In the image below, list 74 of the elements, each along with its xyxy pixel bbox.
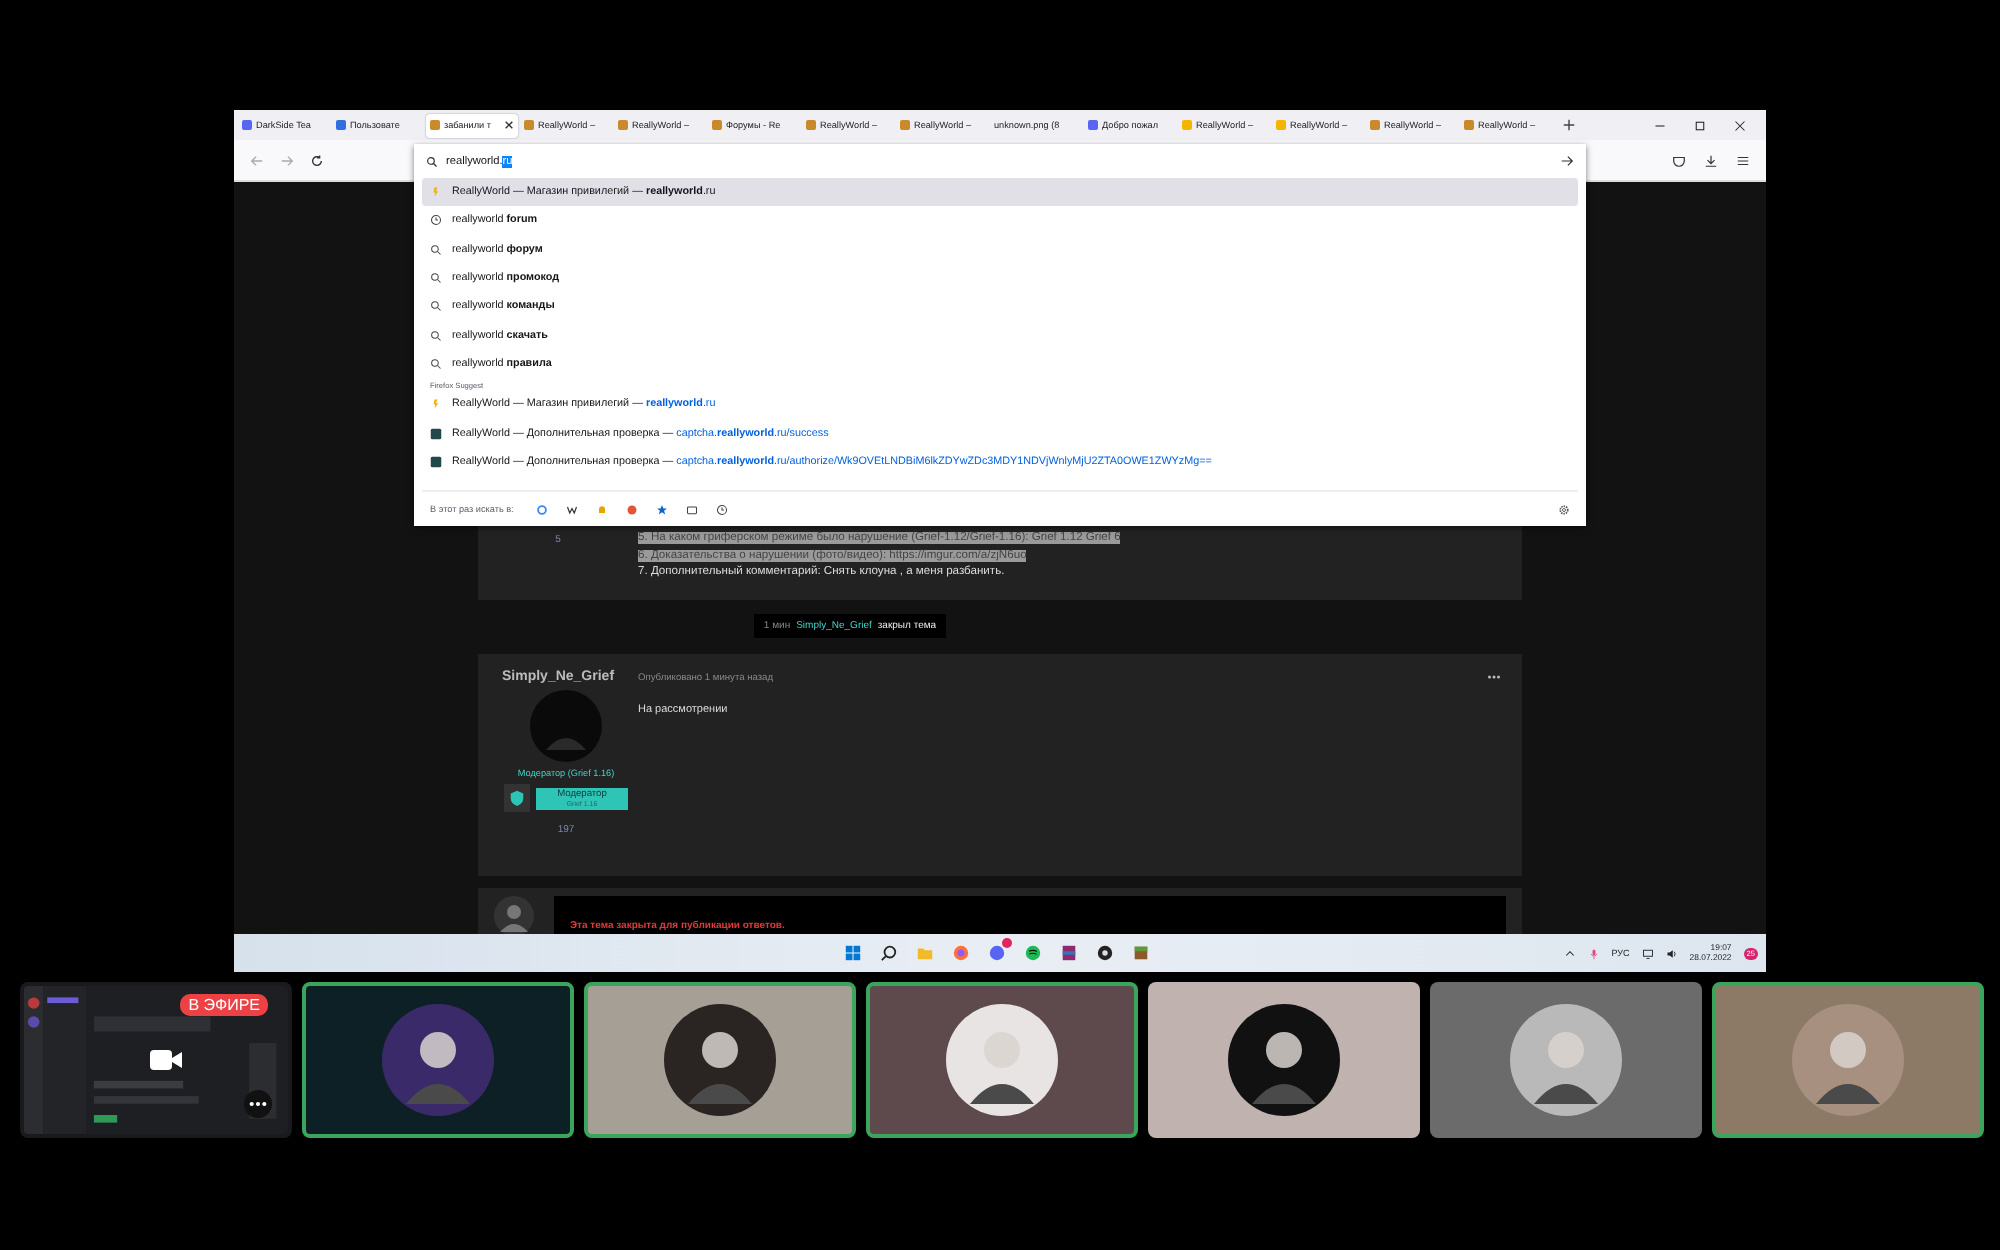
participant-tile[interactable] xyxy=(1430,982,1702,1138)
pocket-icon[interactable] xyxy=(1672,153,1686,167)
favicon-icon xyxy=(242,120,252,130)
go-arrow-icon[interactable] xyxy=(1560,154,1574,168)
participant-tile[interactable] xyxy=(302,982,574,1138)
speaker-icon[interactable] xyxy=(1665,947,1678,959)
search-icon xyxy=(430,329,442,342)
clock-icon xyxy=(430,214,442,227)
favicon-icon xyxy=(336,120,346,130)
bolt-icon xyxy=(430,186,442,199)
favicon-icon xyxy=(900,120,910,130)
discord-icon[interactable] xyxy=(988,944,1006,962)
participant-tile[interactable] xyxy=(866,982,1138,1138)
close-icon[interactable] xyxy=(1734,119,1746,131)
microphone-icon[interactable] xyxy=(1587,947,1600,959)
avatar xyxy=(664,1004,776,1116)
start-icon[interactable] xyxy=(844,944,862,962)
search-icon xyxy=(426,155,438,167)
participant-tile[interactable] xyxy=(1712,982,1984,1138)
menu-icon[interactable] xyxy=(1736,153,1750,167)
live-badge: В ЭФИРЕ xyxy=(180,994,268,1016)
tabs-icon[interactable] xyxy=(685,503,698,515)
minimize-icon[interactable] xyxy=(1654,119,1666,131)
wikipedia-icon[interactable] xyxy=(565,503,578,515)
block-icon[interactable] xyxy=(1132,944,1150,962)
archive-icon[interactable] xyxy=(1060,944,1078,962)
bolt-icon xyxy=(430,398,442,411)
shield-icon xyxy=(504,784,530,812)
favicon-icon xyxy=(430,120,440,130)
participant-tile[interactable]: В ЭФИРЕ xyxy=(20,982,292,1138)
favicon-icon xyxy=(1276,120,1286,130)
favicon-icon xyxy=(712,120,722,130)
avatar xyxy=(1792,1004,1904,1116)
google-icon[interactable] xyxy=(535,503,548,515)
reload-icon[interactable] xyxy=(310,153,324,167)
video-camera-icon xyxy=(150,1048,182,1072)
participant-tile[interactable] xyxy=(1148,982,1420,1138)
app-icon[interactable] xyxy=(1096,944,1114,962)
favicon-icon xyxy=(806,120,816,130)
participant-tile[interactable] xyxy=(584,982,856,1138)
chevron-up-icon[interactable] xyxy=(1563,947,1576,959)
search-icon xyxy=(430,272,442,285)
favicon-icon xyxy=(430,427,442,440)
more-icon[interactable] xyxy=(1486,674,1502,680)
notification-dot xyxy=(1002,938,1012,948)
avatar xyxy=(494,896,534,934)
favicon-icon xyxy=(1464,120,1474,130)
avatar xyxy=(530,690,602,762)
settings-icon[interactable] xyxy=(1558,503,1570,515)
star-icon[interactable] xyxy=(655,503,668,515)
favicon-icon xyxy=(524,120,534,130)
favicon-icon xyxy=(430,455,442,468)
favicon-icon xyxy=(1182,120,1192,130)
clock-icon[interactable] xyxy=(715,503,728,515)
more-icon[interactable] xyxy=(244,1090,272,1118)
avatar xyxy=(946,1004,1058,1116)
avatar xyxy=(382,1004,494,1116)
search-icon xyxy=(430,357,442,370)
avatar xyxy=(1228,1004,1340,1116)
firefox-icon[interactable] xyxy=(952,944,970,962)
search-icon xyxy=(430,300,442,313)
search-icon xyxy=(430,243,442,256)
download-icon[interactable] xyxy=(1704,153,1718,167)
new-tab-icon[interactable] xyxy=(1562,118,1576,132)
search-icon[interactable] xyxy=(880,944,898,962)
avatar xyxy=(1510,1004,1622,1116)
maximize-icon[interactable] xyxy=(1694,119,1706,131)
close-icon[interactable] xyxy=(504,120,514,130)
spotify-icon[interactable] xyxy=(1024,944,1042,962)
network-icon[interactable] xyxy=(1641,947,1654,959)
favicon-icon xyxy=(618,120,628,130)
duck-icon[interactable] xyxy=(625,503,638,515)
favicon-icon xyxy=(1088,120,1098,130)
favicon-icon xyxy=(1370,120,1380,130)
